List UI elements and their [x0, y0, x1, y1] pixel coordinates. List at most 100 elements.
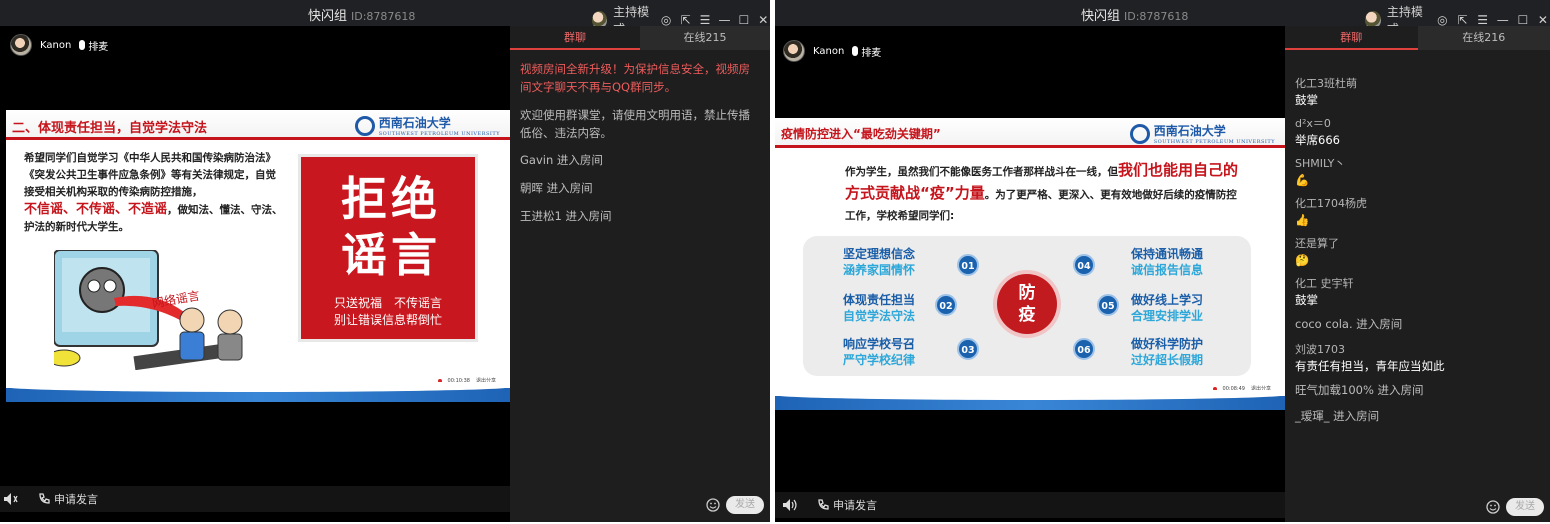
- diagram-hub: 防疫: [997, 274, 1057, 334]
- item-number: 04: [1073, 254, 1095, 276]
- join-message: _瑷琿_ 进入房间: [1295, 409, 1380, 423]
- message-user: SHMILY丶: [1295, 157, 1346, 170]
- logo-subtitle: SOUTHWEST PETROLEUM UNIVERSITY: [1153, 139, 1275, 145]
- chat-input[interactable]: [1291, 497, 1486, 517]
- chat-panel: 群聊 在线215 视频房间全新升级！为保护信息安全，视频房间文字聊天不再与QQ群…: [510, 26, 770, 522]
- chat-composer: 发送: [516, 494, 764, 516]
- logo-text: 西南石油大学 SOUTHWEST PETROLEUM UNIVERSITY: [1154, 122, 1275, 145]
- emoji-icon[interactable]: [706, 498, 720, 512]
- shared-slide: 二、体现责任担当，自觉学法守法 西南石油大学 SOUTHWEST PETROLEU…: [6, 110, 510, 402]
- slide-body: 希望同学们自觉学习《中华人民共和国传染病防治法》《突发公共卫生事件应急条例》等有…: [24, 150, 286, 236]
- emoji-icon[interactable]: [1486, 500, 1500, 514]
- item-line-1: 做好线上学习: [1131, 293, 1204, 307]
- item-line-2: 严守学校纪律: [843, 353, 916, 367]
- chat-messages: 化工3班杜萌 鼓掌 d²x＝0 举席666 SHMILY丶 💪 化工1704杨虎 👍 还…: [1285, 50, 1550, 442]
- item-line-1: 体现责任担当: [843, 293, 916, 307]
- presenter-bar: Kanon 排麦: [10, 34, 108, 56]
- diagram-item-04: 保持通讯畅通 诚信报告信息: [1131, 246, 1203, 278]
- message-emoji: 🤔: [1295, 253, 1310, 267]
- chat-messages: 视频房间全新升级！为保护信息安全，视频房间文字聊天不再与QQ群同步。 欢迎使用群…: [510, 50, 770, 246]
- message-text: 有责任有担当，青年应当如此: [1295, 359, 1445, 373]
- presenter-avatar[interactable]: [783, 40, 805, 62]
- diagram-item-06: 做好科学防护 过好超长假期: [1131, 336, 1203, 368]
- message-emoji: 👍: [1295, 213, 1310, 227]
- poster-line-1: 只送祝福 不传谣言: [333, 296, 442, 310]
- logo-emblem-icon: [1129, 123, 1150, 144]
- message-text: 鼓掌: [1295, 293, 1318, 307]
- item-line-1: 响应学校号召: [843, 337, 916, 351]
- tab-online[interactable]: 在线215: [640, 26, 770, 50]
- presenter-bar: Kanon 排麦: [783, 40, 881, 62]
- chat-message: 化工1704杨虎 👍: [1295, 196, 1540, 228]
- item-number: 01: [957, 254, 979, 276]
- message-user: 还是算了: [1295, 237, 1339, 250]
- tab-group-chat[interactable]: 群聊: [510, 26, 640, 50]
- item-line-1: 坚定理想信念: [843, 247, 916, 261]
- mic-queue-label: 排麦: [88, 41, 109, 53]
- item-line-2: 涵养家国情怀: [843, 263, 916, 277]
- room-id: ID:8787618: [351, 10, 416, 23]
- send-button[interactable]: 发送: [726, 496, 764, 514]
- diagram-item-03: 响应学校号召 严守学校纪律: [843, 336, 915, 368]
- send-button[interactable]: 发送: [1506, 498, 1544, 516]
- video-area: Kanon 排麦 二、体现责任担当，自觉学法守法 西南石油大学 SOUTHWEST…: [6, 26, 510, 486]
- phone-icon: [818, 499, 829, 510]
- video-area: Kanon 排麦 疫情防控进入“最吃劲关键期” 西南石油大学 SOUTHWEST …: [775, 26, 1285, 488]
- mic-queue-button[interactable]: 排麦: [79, 38, 108, 53]
- slide-header: 二、体现责任担当，自觉学法守法 西南石油大学 SOUTHWEST PETROLEU…: [6, 110, 510, 140]
- request-speak-button[interactable]: 申请发言: [817, 497, 877, 513]
- message-text: 举席666: [1295, 133, 1340, 147]
- group-name: 快闪组: [1081, 9, 1121, 24]
- slide-footer-wave: [775, 390, 1285, 410]
- title-bar: 快闪组ID:8787618 主持模式 ◎ ⇱ ☰ — ☐ ✕: [775, 0, 1550, 36]
- slide-heading: 疫情防控进入“最吃劲关键期”: [781, 127, 941, 141]
- presenter-name: Kanon: [813, 45, 845, 57]
- chat-composer: 发送: [1291, 496, 1544, 518]
- room-id: ID:8787618: [1124, 10, 1189, 23]
- speaker-icon[interactable]: [783, 499, 797, 511]
- message-user: 化工1704杨虎: [1295, 197, 1367, 210]
- poster-caption: 只送祝福 不传谣言 别让错误信息帮倒忙: [309, 295, 467, 329]
- chat-message: d²x＝0 举席666: [1295, 116, 1540, 148]
- tab-group-chat[interactable]: 群聊: [1285, 26, 1418, 50]
- message-user: 化工3班杜萌: [1295, 77, 1357, 90]
- title-bar: 快闪组ID:8787618 主持模式 ◎ ⇱ ☰ — ☐ ✕: [0, 0, 770, 36]
- message-user: 刘波1703: [1295, 343, 1345, 356]
- item-line-2: 合理安排学业: [1131, 309, 1204, 323]
- phone-icon: [39, 493, 50, 504]
- join-message: 王进松1 进入房间: [520, 209, 612, 223]
- slide-header: 疫情防控进入“最吃劲关键期” 西南石油大学 SOUTHWEST PETROLEUM…: [775, 118, 1285, 148]
- shared-slide: 疫情防控进入“最吃劲关键期” 西南石油大学 SOUTHWEST PETROLEUM…: [775, 118, 1285, 410]
- chat-tabs: 群聊 在线216: [1285, 26, 1550, 50]
- presenter-name: Kanon: [40, 39, 72, 51]
- hub-char-1: 防: [1018, 283, 1036, 303]
- group-name: 快闪组: [308, 9, 348, 24]
- item-number: 05: [1097, 294, 1119, 316]
- item-line-1: 保持通讯畅通: [1131, 247, 1204, 261]
- slide-footer-wave: [6, 382, 510, 402]
- window-title: 快闪组 ID:8787618: [308, 5, 415, 24]
- presenter-avatar[interactable]: [10, 34, 32, 56]
- mic-icon: [79, 40, 86, 50]
- logo-subtitle: SOUTHWEST PETROLEUM UNIVERSITY: [378, 131, 500, 137]
- slide-body-highlight: 不信谣、不传谣、不造谣: [24, 202, 168, 217]
- mic-queue-label: 排麦: [861, 47, 882, 59]
- mic-queue-button[interactable]: 排麦: [852, 44, 881, 59]
- slide-body-text: 希望同学们自觉学习《中华人民共和国传染病防治法》《突发公共卫生事件应急条例》等有…: [24, 152, 276, 198]
- message-text: 鼓掌: [1295, 93, 1318, 107]
- welcome-message: 欢迎使用群课堂，请使用文明用语，禁止传播低俗、违法内容。: [520, 108, 750, 140]
- message-emoji: 💪: [1295, 173, 1310, 187]
- chat-input[interactable]: [516, 495, 706, 515]
- slide-body-text: 作为学生，虽然我们不能像医务工作者那样战斗在一线，但: [845, 166, 1118, 178]
- diagram-item-05: 做好线上学习 合理安排学业: [1131, 292, 1203, 324]
- speaker-icon[interactable]: [4, 493, 18, 505]
- tab-online[interactable]: 在线216: [1417, 26, 1550, 50]
- chat-panel: 群聊 在线216 化工3班杜萌 鼓掌 d²x＝0 举席666 SHMILY丶 💪 化工…: [1285, 26, 1550, 522]
- request-speak-label: 申请发言: [54, 493, 98, 506]
- system-notice: 视频房间全新升级！为保护信息安全，视频房间文字聊天不再与QQ群同步。: [520, 62, 750, 94]
- request-speak-button[interactable]: 申请发言: [38, 491, 98, 507]
- window-title: 快闪组 ID:8787618: [1081, 5, 1188, 24]
- chat-message: 化工 史宇轩 鼓掌: [1295, 276, 1540, 308]
- diagram-item-01: 坚定理想信念 涵养家国情怀: [843, 246, 915, 278]
- bottom-toolbar: 申请发言: [775, 492, 1285, 518]
